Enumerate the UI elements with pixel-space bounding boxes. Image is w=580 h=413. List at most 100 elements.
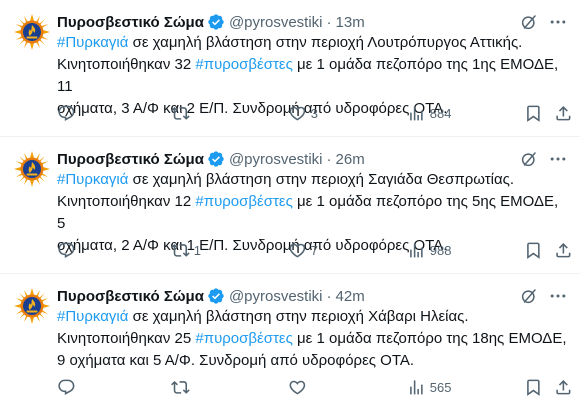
hashtag-link[interactable]: #Πυρκαγιά: [57, 171, 128, 188]
tweet[interactable]: Πυροσβεστικό Σώμα @pyrosvestiki · 13m #Π…: [0, 0, 580, 137]
text-segment: 9 οχήματα και 5 Α/Φ. Συνδρομή από υδροφό…: [57, 352, 415, 369]
reply-button[interactable]: [57, 240, 80, 260]
reply-button[interactable]: [57, 377, 80, 397]
tweet-actions: 565: [57, 377, 571, 397]
author-handle[interactable]: @pyrosvestiki: [229, 14, 323, 31]
views-button[interactable]: 884: [407, 103, 451, 123]
header-actions: [520, 148, 568, 170]
retweet-icon: [171, 106, 190, 120]
tweet-actions: 3 884: [57, 103, 571, 123]
bookmark-icon: [527, 379, 540, 396]
views-count: 988: [429, 242, 452, 258]
bookmark-button[interactable]: [524, 240, 543, 260]
like-button[interactable]: [288, 377, 311, 397]
tweet-text-line: Κινητοποιήθηκαν 32 #πυροσβέστες με 1 ομά…: [57, 54, 568, 98]
tweet-text-line: #Πυρκαγιά σε χαμηλή βλάστηση στην περιοχ…: [57, 169, 568, 191]
text-segment: σε χαμηλή βλάστηση στην περιοχή Λουτρόπυ…: [128, 34, 523, 51]
author-name[interactable]: Πυροσβεστικό Σώμα: [57, 288, 204, 305]
tweet-text: #Πυρκαγιά σε χαμηλή βλάστηση στην περιοχ…: [57, 306, 568, 372]
verified-badge-icon: [208, 14, 224, 30]
tweet-actions: 1 7 988: [57, 240, 571, 260]
reply-icon: [58, 379, 75, 395]
tweet-text-line: #Πυρκαγιά σε χαμηλή βλάστηση στην περιοχ…: [57, 32, 568, 54]
text-segment: σε χαμηλή βλάστηση στην περιοχή Σαγιάδα …: [128, 171, 515, 188]
tweet-header: Πυροσβεστικό Σώμα @pyrosvestiki · 13m: [57, 11, 568, 33]
separator-dot: ·: [326, 13, 332, 31]
views-icon: [410, 105, 423, 121]
text-segment: Κινητοποιήθηκαν 25: [57, 330, 196, 347]
grok-icon[interactable]: [520, 13, 538, 31]
views-icon: [410, 242, 423, 258]
bookmark-icon: [527, 105, 540, 122]
grok-icon[interactable]: [520, 287, 538, 305]
reply-icon: [58, 105, 75, 121]
author-name[interactable]: Πυροσβεστικό Σώμα: [57, 151, 204, 168]
like-count: 3: [310, 105, 318, 121]
separator-dot: ·: [326, 287, 332, 305]
retweet-button[interactable]: 1: [171, 240, 201, 260]
timestamp[interactable]: 13m: [336, 14, 365, 31]
hashtag-link[interactable]: #Πυρκαγιά: [57, 34, 128, 51]
hashtag-link[interactable]: #πυροσβέστες: [195, 330, 292, 347]
views-count: 565: [429, 379, 452, 395]
retweet-button[interactable]: [171, 103, 194, 123]
tweet-text-line: #Πυρκαγιά σε χαμηλή βλάστηση στην περιοχ…: [57, 306, 568, 328]
views-button[interactable]: 565: [407, 377, 451, 397]
retweet-icon: [171, 243, 190, 257]
share-icon: [556, 242, 571, 258]
more-options-icon[interactable]: [548, 12, 568, 32]
tweet-text-line: Κινητοποιήθηκαν 25 #πυροσβέστες με 1 ομά…: [57, 328, 568, 350]
avatar[interactable]: [12, 12, 52, 52]
tweet[interactable]: Πυροσβεστικό Σώμα @pyrosvestiki · 26m #Π…: [0, 137, 580, 274]
separator-dot: ·: [326, 150, 332, 168]
verified-badge-icon: [208, 151, 224, 167]
avatar[interactable]: [12, 286, 52, 326]
share-icon: [556, 105, 571, 121]
text-segment: με 1 ομάδα πεζοπόρο της 18ης ΕΜΟΔΕ,: [292, 330, 567, 347]
more-options-icon[interactable]: [548, 149, 568, 169]
views-button[interactable]: 988: [407, 240, 451, 260]
author-handle[interactable]: @pyrosvestiki: [229, 151, 323, 168]
text-segment: Κινητοποιήθηκαν 32: [57, 56, 196, 73]
header-actions: [520, 11, 568, 33]
text-segment: σε χαμηλή βλάστηση στην περιοχή Χάβαρι Η…: [128, 308, 469, 325]
share-icon: [556, 379, 571, 395]
tweet-header: Πυροσβεστικό Σώμα @pyrosvestiki · 26m: [57, 148, 568, 170]
text-segment: Κινητοποιήθηκαν 12: [57, 193, 196, 210]
like-icon: [289, 380, 306, 395]
tweet[interactable]: Πυροσβεστικό Σώμα @pyrosvestiki · 42m #Π…: [0, 274, 580, 411]
share-button[interactable]: [554, 103, 573, 123]
share-button[interactable]: [554, 377, 573, 397]
grok-icon[interactable]: [520, 150, 538, 168]
hashtag-link[interactable]: #πυροσβέστες: [195, 56, 292, 73]
views-count: 884: [429, 105, 452, 121]
retweet-icon: [171, 380, 190, 394]
tweet-header: Πυροσβεστικό Σώμα @pyrosvestiki · 42m: [57, 285, 568, 307]
tweet-text-line: Κινητοποιήθηκαν 12 #πυροσβέστες με 1 ομά…: [57, 191, 568, 235]
avatar[interactable]: [12, 149, 52, 189]
author-handle[interactable]: @pyrosvestiki: [229, 288, 323, 305]
reply-button[interactable]: [57, 103, 80, 123]
tweet-feed: Πυροσβεστικό Σώμα @pyrosvestiki · 13m #Π…: [0, 0, 580, 411]
share-button[interactable]: [554, 240, 573, 260]
tweet-text-line: 9 οχήματα και 5 Α/Φ. Συνδρομή από υδροφό…: [57, 350, 568, 372]
verified-badge-icon: [208, 288, 224, 304]
bookmark-button[interactable]: [524, 103, 543, 123]
views-icon: [410, 379, 423, 395]
author-name[interactable]: Πυροσβεστικό Σώμα: [57, 14, 204, 31]
like-icon: [289, 106, 306, 121]
like-icon: [289, 243, 306, 258]
like-button[interactable]: 3: [288, 103, 318, 123]
like-button[interactable]: 7: [288, 240, 318, 260]
reply-icon: [58, 242, 75, 258]
more-options-icon[interactable]: [548, 286, 568, 306]
timestamp[interactable]: 26m: [336, 151, 365, 168]
hashtag-link[interactable]: #πυροσβέστες: [195, 193, 292, 210]
retweet-button[interactable]: [171, 377, 194, 397]
header-actions: [520, 285, 568, 307]
like-count: 7: [310, 242, 318, 258]
hashtag-link[interactable]: #Πυρκαγιά: [57, 308, 128, 325]
timestamp[interactable]: 42m: [336, 288, 365, 305]
retweet-count: 1: [193, 242, 201, 258]
bookmark-button[interactable]: [524, 377, 543, 397]
